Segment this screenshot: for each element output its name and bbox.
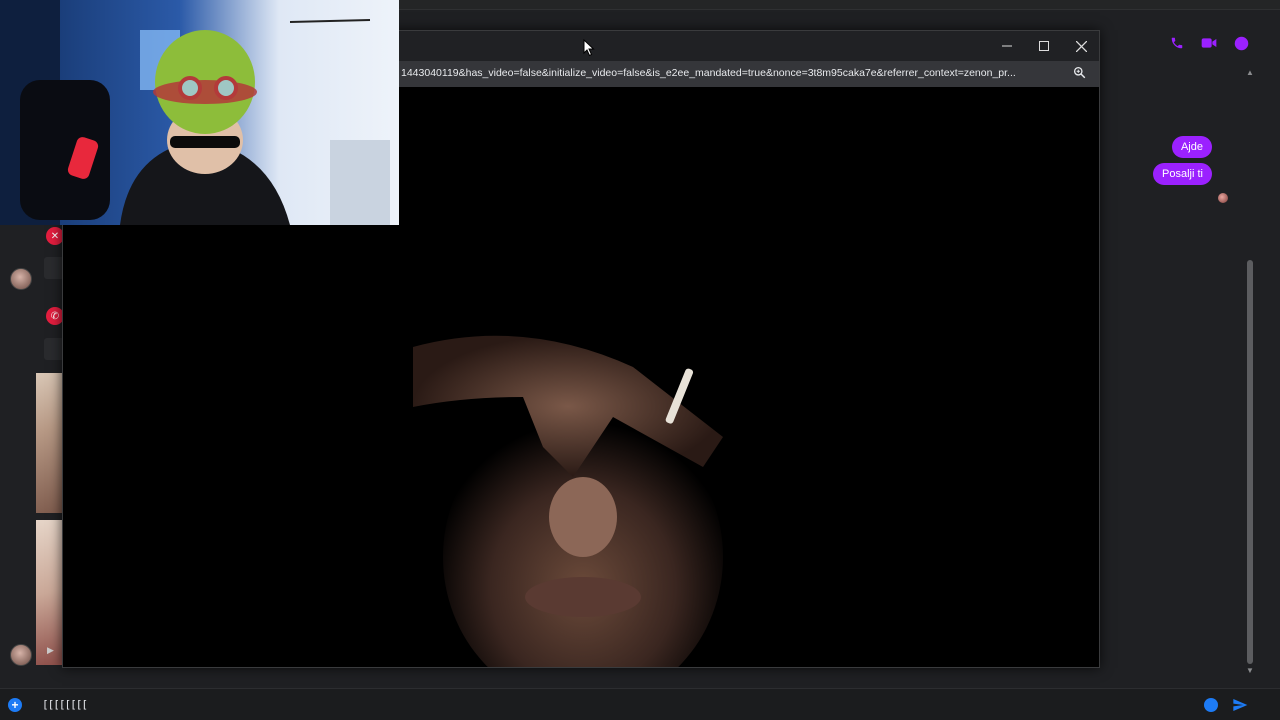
- scroll-down-icon[interactable]: ▼: [1246, 666, 1254, 675]
- message-bubble[interactable]: Ajde: [1171, 136, 1212, 158]
- seen-receipt-avatar: [1218, 193, 1228, 203]
- url-text[interactable]: 1443040119&has_video=false&initialize_vi…: [401, 67, 1066, 79]
- mouse-cursor-icon: [583, 39, 595, 57]
- message-composer: + [[[[[[[[: [0, 688, 1280, 720]
- phone-icon[interactable]: [1168, 34, 1186, 52]
- zoom-icon[interactable]: [1073, 66, 1087, 80]
- screen: Ajde Posalji ti ▲ ▼ ✕ ✆ ▶ + [[[[[[[[144…: [0, 0, 1280, 720]
- emoji-icon[interactable]: [1204, 698, 1218, 712]
- plus-icon[interactable]: +: [8, 698, 22, 712]
- photo-thumbnail[interactable]: [36, 373, 64, 513]
- maximize-icon[interactable]: [1034, 37, 1054, 55]
- scroll-up-icon[interactable]: ▲: [1246, 68, 1254, 77]
- play-icon[interactable]: ▶: [47, 645, 54, 656]
- avatar[interactable]: [10, 268, 32, 290]
- webcam-image: [0, 0, 399, 225]
- video-face-image: [413, 335, 723, 667]
- message-tile: [44, 257, 64, 279]
- message-bubble[interactable]: Posalji ti: [1153, 163, 1212, 185]
- photo-thumbnail[interactable]: [36, 520, 64, 665]
- message-input[interactable]: [[[[[[[[: [36, 694, 1196, 716]
- message-tile: [44, 338, 64, 360]
- streamer-webcam-overlay: [0, 0, 399, 225]
- chat-header-actions: [1168, 34, 1250, 52]
- minimize-icon[interactable]: [997, 37, 1017, 55]
- avatar[interactable]: [10, 644, 32, 666]
- scrollbar-thumb[interactable]: [1247, 260, 1253, 664]
- close-icon[interactable]: [1071, 37, 1091, 55]
- send-icon[interactable]: [1232, 697, 1248, 713]
- scrollbar[interactable]: ▲ ▼: [1246, 68, 1254, 678]
- info-icon[interactable]: [1232, 34, 1250, 52]
- video-camera-icon[interactable]: [1200, 34, 1218, 52]
